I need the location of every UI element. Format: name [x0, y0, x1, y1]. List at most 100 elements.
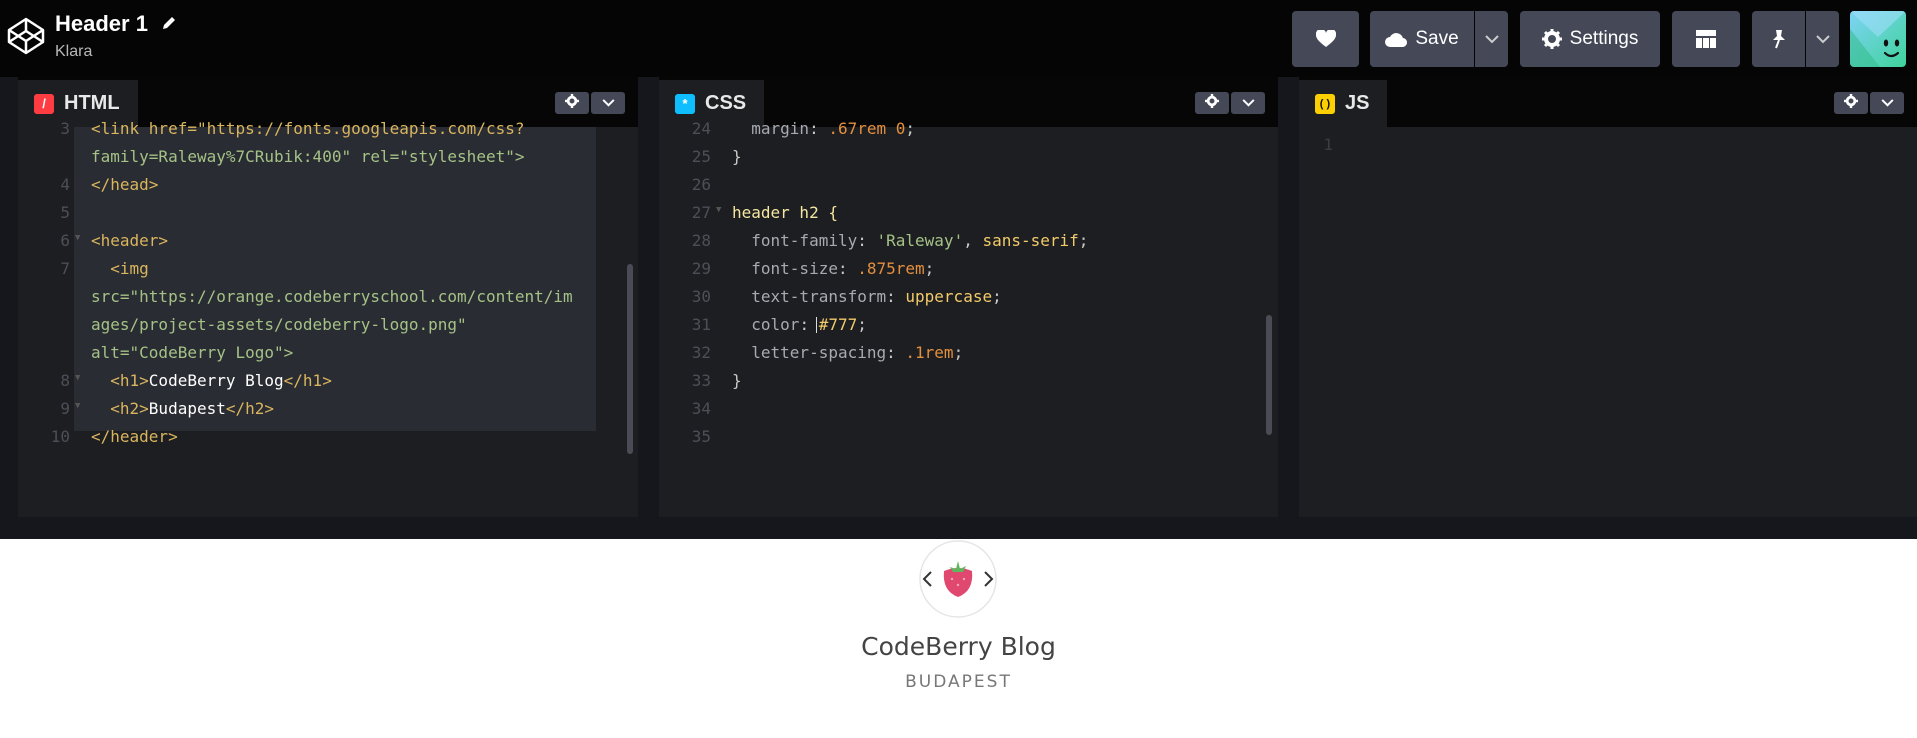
code-text: :: [809, 119, 829, 138]
code-line: margin: .67rem 0;: [732, 119, 915, 138]
code-text: </h1>: [283, 371, 332, 390]
fold-arrow-icon[interactable]: ▼: [75, 373, 85, 383]
fold-arrow-icon[interactable]: ▼: [716, 205, 726, 215]
code-line: family=Raleway%7CRubik:400" rel="stylesh…: [91, 147, 524, 166]
cursor-icon: [816, 317, 817, 333]
project-author[interactable]: Klara: [55, 43, 92, 61]
css-collapse-button[interactable]: [1231, 92, 1265, 114]
js-editor-pane: ( ) JS 1: [1299, 77, 1917, 517]
line-number: 30: [691, 287, 711, 306]
code-text: #777: [818, 315, 858, 334]
code-text: ;: [905, 119, 916, 138]
code-line: src="https://orange.codeberryschool.com/…: [91, 287, 573, 306]
top-bar: Header 1 Klara Save Settings: [0, 0, 1917, 77]
code-text: sans-serif: [982, 231, 1079, 250]
line-number: 28: [691, 231, 711, 250]
line-number: 24: [691, 119, 711, 138]
js-code-editor[interactable]: 1: [1299, 127, 1917, 517]
heart-icon: [1315, 30, 1336, 48]
save-options-button[interactable]: [1475, 11, 1508, 67]
line-number: 25: [691, 147, 711, 166]
html-collapse-button[interactable]: [591, 92, 625, 114]
code-line: <img: [91, 259, 149, 278]
js-pane-header: ( ) JS: [1299, 77, 1917, 127]
chevron-down-icon: [1484, 34, 1499, 44]
code-text: Budapest: [148, 399, 226, 418]
code-text: font-size: [732, 259, 838, 278]
js-tab[interactable]: ( ) JS: [1299, 80, 1388, 127]
code-line: font-size: .875rem;: [732, 259, 935, 278]
chevron-down-icon: [1815, 34, 1830, 44]
code-text: .67rem 0: [828, 119, 906, 138]
css-code-editor[interactable]: 24 margin: .67rem 0; 25 } 26 27 ▼ header…: [659, 119, 1278, 517]
line-number: 3: [60, 119, 70, 138]
line-number: 26: [691, 175, 711, 194]
code-line: <header>: [91, 231, 169, 250]
pin-button[interactable]: [1752, 11, 1805, 67]
pencil-icon[interactable]: [160, 14, 178, 32]
change-view-button[interactable]: [1672, 11, 1740, 67]
line-number: 6: [60, 231, 70, 250]
css-language-icon: *: [675, 93, 695, 114]
code-text: text-transform: [732, 287, 887, 306]
js-collapse-button[interactable]: [1870, 92, 1904, 114]
preview-resize-bar[interactable]: [0, 517, 1917, 539]
line-number: 35: [691, 427, 711, 446]
css-tab-label: CSS: [705, 92, 747, 114]
pin-options-button[interactable]: [1806, 11, 1839, 67]
line-number: 4: [60, 175, 70, 194]
line-number: 5: [60, 203, 70, 222]
code-text: margin: [732, 119, 810, 138]
codepen-logo-icon[interactable]: [6, 16, 46, 56]
code-line: }: [732, 371, 742, 390]
save-button[interactable]: Save: [1370, 11, 1474, 67]
fold-arrow-icon[interactable]: ▼: [75, 401, 85, 411]
js-settings-button[interactable]: [1834, 92, 1868, 114]
cloud-icon: [1385, 32, 1408, 47]
heart-button[interactable]: [1292, 11, 1359, 67]
fold-arrow-icon[interactable]: ▼: [75, 233, 85, 243]
preview-heading: CodeBerry Blog: [861, 632, 1056, 661]
html-language-icon: /: [34, 93, 54, 114]
project-title[interactable]: Header 1: [55, 11, 148, 37]
code-text: <h2>: [91, 399, 149, 418]
save-label: Save: [1415, 28, 1459, 49]
code-text: .875rem: [857, 259, 925, 278]
code-line: }: [732, 147, 742, 166]
line-number: 10: [50, 427, 70, 446]
line-number: 31: [691, 315, 711, 334]
line-number: 34: [691, 399, 711, 418]
line-number: 27: [691, 203, 711, 222]
avatar[interactable]: [1850, 11, 1906, 67]
code-text: color: [732, 315, 800, 334]
code-line: text-transform: uppercase;: [732, 287, 1002, 306]
gear-icon: [1541, 29, 1562, 49]
code-text: font-family: [732, 231, 858, 250]
chevron-down-icon: [601, 94, 615, 112]
css-settings-button[interactable]: [1195, 92, 1229, 114]
line-number: 8: [60, 371, 70, 390]
code-line: </header>: [91, 427, 178, 446]
chevron-down-icon: [1880, 94, 1894, 112]
code-text: <link href="https://fonts.googleapis.com…: [91, 119, 525, 138]
gear-icon: [1205, 93, 1219, 113]
settings-label: Settings: [1569, 28, 1639, 49]
code-text: family=Raleway%7CRubik:400" rel="stylesh…: [91, 147, 525, 166]
css-scrollbar[interactable]: [1266, 315, 1272, 435]
code-text: uppercase: [905, 287, 993, 306]
chevron-down-icon: [1241, 94, 1255, 112]
html-settings-button[interactable]: [555, 92, 589, 114]
code-line: </head>: [91, 175, 159, 194]
css-editor-pane: * CSS 24 margin: .67rem 0; 25 } 26 27 ▼ …: [659, 77, 1278, 517]
code-line: <h2>Budapest</h2>: [91, 399, 274, 418]
layout-icon: [1696, 30, 1716, 48]
preview-subheading: BUDAPEST: [905, 672, 1012, 692]
html-scrollbar[interactable]: [627, 264, 633, 454]
line-number: 1: [1323, 135, 1333, 154]
code-line: alt="CodeBerry Logo">: [91, 343, 294, 362]
code-line: <h1>CodeBerry Blog</h1>: [91, 371, 332, 390]
line-number: 7: [60, 259, 70, 278]
html-code-editor[interactable]: 3 <link href="https://fonts.googleapis.c…: [18, 119, 638, 517]
line-number: 9: [60, 399, 70, 418]
settings-button[interactable]: Settings: [1520, 11, 1660, 67]
